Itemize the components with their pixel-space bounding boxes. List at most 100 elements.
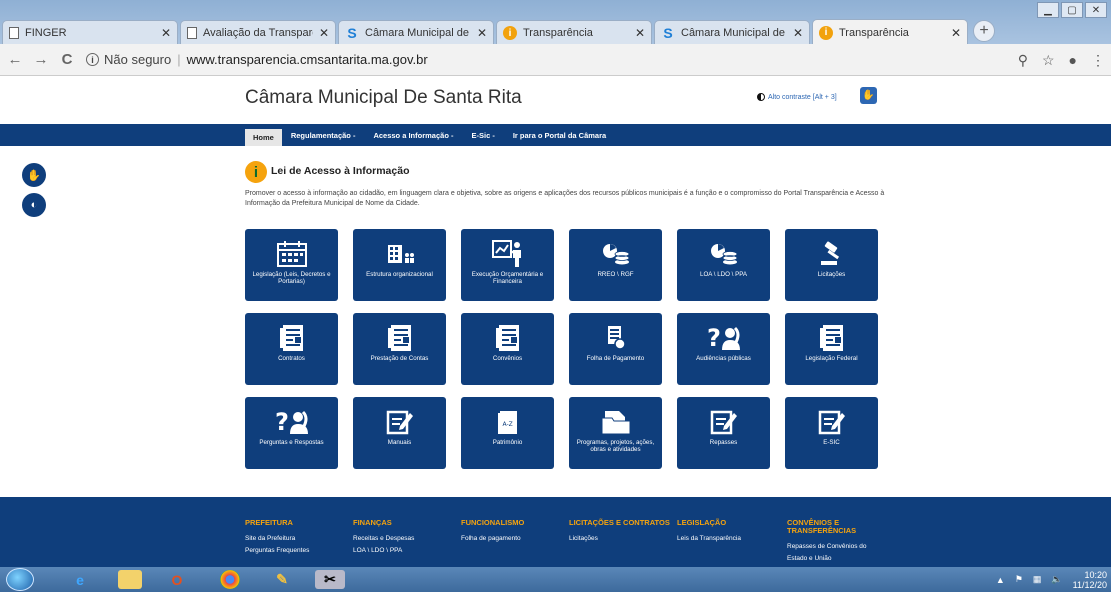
document-icon	[812, 323, 852, 353]
tile-prestacao-de-contas[interactable]: Prestação de Contas	[353, 313, 446, 385]
tile-contratos[interactable]: Contratos	[245, 313, 338, 385]
az-book-icon: A-Z	[488, 407, 528, 437]
footer-link[interactable]: Estado e União	[787, 553, 892, 565]
contrast-icon	[757, 93, 765, 101]
tile-label: Estrutura organizacional	[366, 271, 433, 278]
zoom-icon[interactable]: ⚲	[1018, 52, 1028, 69]
close-icon[interactable]: ✕	[477, 26, 487, 40]
minimize-button[interactable]: ▁	[1037, 2, 1059, 18]
close-icon[interactable]: ✕	[951, 26, 961, 40]
tile-execucao-orcamentaria-e-financeira[interactable]: Execução Orçamentária e Financeira	[461, 229, 554, 301]
clock-date: 11/12/20	[1072, 579, 1107, 590]
url-text: www.transparencia.cmsantarita.ma.gov.br	[186, 52, 428, 67]
nav-portal-camara[interactable]: Ir para o Portal da Câmara	[504, 124, 615, 146]
account-icon[interactable]: ●	[1069, 52, 1077, 68]
page-icon	[9, 27, 19, 39]
close-icon[interactable]: ✕	[635, 26, 645, 40]
footer-link[interactable]: Repasses de Convênios do	[787, 541, 892, 553]
document-icon	[380, 323, 420, 353]
url-input[interactable]: i Não seguro | www.transparencia.cmsanta…	[86, 52, 428, 67]
browser-tab[interactable]: FINGER ✕	[2, 20, 178, 45]
snipping-tool-icon[interactable]: ✂	[315, 570, 345, 589]
svg-text:?: ?	[275, 408, 289, 436]
footer-column: LEGISLAÇÃO Leis da Transparência	[677, 519, 782, 545]
office-icon[interactable]: O	[165, 570, 189, 589]
document-icon	[488, 323, 528, 353]
minimize-icon: ▁	[1044, 4, 1052, 16]
folder-icon	[596, 407, 636, 437]
tile-perguntas-e-respostas[interactable]: ? Perguntas e Respostas	[245, 397, 338, 469]
folder-icon[interactable]	[118, 570, 142, 589]
tile-estrutura-organizacional[interactable]: Estrutura organizacional	[353, 229, 446, 301]
tile-manuais[interactable]: Manuais	[353, 397, 446, 469]
footer-heading: FUNCIONALISMO	[461, 518, 525, 527]
ie-icon[interactable]: e	[68, 570, 92, 589]
reload-icon: C	[61, 51, 73, 68]
edit-doc-icon	[704, 407, 744, 437]
close-icon: ✕	[1091, 4, 1101, 16]
footer-link[interactable]: Licitações	[569, 533, 674, 545]
tile-repasses[interactable]: Repasses	[677, 397, 770, 469]
contrast-button[interactable]: ◐	[22, 193, 46, 217]
calendar-icon	[272, 239, 312, 269]
footer-link[interactable]: Site da Prefeitura	[245, 533, 350, 545]
browser-tab-active[interactable]: i Transparência ✕	[812, 19, 968, 45]
close-icon[interactable]: ✕	[793, 26, 803, 40]
tile-licitacoes[interactable]: Licitações	[785, 229, 878, 301]
browser-tab[interactable]: S Câmara Municipal de S ✕	[338, 20, 494, 45]
footer-column: FUNCIONALISMO Folha de pagamento	[461, 519, 566, 545]
clock[interactable]: 10:20 11/12/20	[1073, 570, 1107, 590]
tile-label: E-SIC	[823, 439, 840, 446]
close-icon[interactable]: ✕	[319, 26, 329, 40]
browser-tab[interactable]: S Câmara Municipal de S ✕	[654, 20, 810, 45]
star-icon[interactable]: ☆	[1042, 52, 1055, 69]
tile-patrimonio[interactable]: A-Z Patrimônio	[461, 397, 554, 469]
tile-audiencias-publicas[interactable]: ? Audiências públicas	[677, 313, 770, 385]
maximize-button[interactable]: ▢	[1061, 2, 1083, 18]
browser-tab[interactable]: Avaliação da Transparê ✕	[180, 20, 336, 45]
flag-icon[interactable]: ⚑	[1015, 574, 1023, 585]
footer-link[interactable]: Folha de pagamento	[461, 533, 566, 545]
sign-language-icon[interactable]: ✋	[860, 87, 877, 104]
nav-esic[interactable]: E-Sic -	[462, 124, 503, 146]
chrome-icon[interactable]	[220, 570, 240, 589]
tile-programas-projetos-acoes-obras-e-atividades[interactable]: Programas, projetos, ações, obras e ativ…	[569, 397, 662, 469]
nav-regulamentacao[interactable]: Regulamentação -	[282, 124, 365, 146]
new-tab-button[interactable]: +	[973, 20, 995, 42]
tile-loa-ldo-ppa[interactable]: LOA \ LDO \ PPA	[677, 229, 770, 301]
footer-link[interactable]: Perguntas Frequentes	[245, 545, 350, 557]
high-contrast-link[interactable]: Alto contraste [Alt + 3]	[757, 93, 837, 101]
svg-text:A-Z: A-Z	[502, 421, 512, 428]
tile-label: Folha de Pagamento	[586, 355, 645, 362]
nav-home[interactable]: Home	[245, 129, 282, 146]
page-icon	[187, 27, 197, 39]
close-icon[interactable]: ✕	[161, 26, 171, 40]
paint-icon[interactable]: ✎	[270, 570, 294, 589]
info-icon[interactable]: i	[86, 53, 99, 66]
contrast-label: Alto contraste [Alt + 3]	[768, 93, 837, 101]
reload-button[interactable]: C	[56, 51, 78, 68]
tile-label: Execução Orçamentária e Financeira	[471, 271, 544, 285]
menu-dots-icon[interactable]: ⋮	[1091, 52, 1105, 69]
tile-rreo-rgf[interactable]: RREO \ RGF	[569, 229, 662, 301]
volume-icon[interactable]: 🔈	[1051, 574, 1062, 585]
nav-acesso-informacao[interactable]: Acesso a Informação -	[364, 124, 462, 146]
tile-legislacao-leis-decretos-e-portarias[interactable]: Legislação (Leis, Decretos e Portarias)	[245, 229, 338, 301]
tile-convenios[interactable]: Convênios	[461, 313, 554, 385]
footer-link[interactable]: Leis da Transparência	[677, 533, 782, 545]
forward-button[interactable]: →	[30, 51, 52, 68]
tile-folha-de-pagamento[interactable]: Folha de Pagamento	[569, 313, 662, 385]
browser-tab[interactable]: i Transparência ✕	[496, 20, 652, 45]
start-button[interactable]	[6, 568, 34, 591]
back-button[interactable]: ←	[4, 51, 26, 68]
tile-label: LOA \ LDO \ PPA	[700, 271, 747, 278]
footer-link[interactable]: Receitas e Despesas	[353, 533, 458, 545]
chevron-up-icon[interactable]: ▲	[996, 575, 1005, 585]
footer-link[interactable]: LOA \ LDO \ PPA	[353, 545, 458, 557]
tile-e-sic[interactable]: E-SIC	[785, 397, 878, 469]
close-window-button[interactable]: ✕	[1085, 2, 1107, 18]
tile-legislacao-federal[interactable]: Legislação Federal	[785, 313, 878, 385]
footer-heading: FINANÇAS	[353, 518, 392, 527]
sign-language-button[interactable]: ✋	[22, 163, 46, 187]
network-icon[interactable]: ▦	[1033, 574, 1042, 585]
